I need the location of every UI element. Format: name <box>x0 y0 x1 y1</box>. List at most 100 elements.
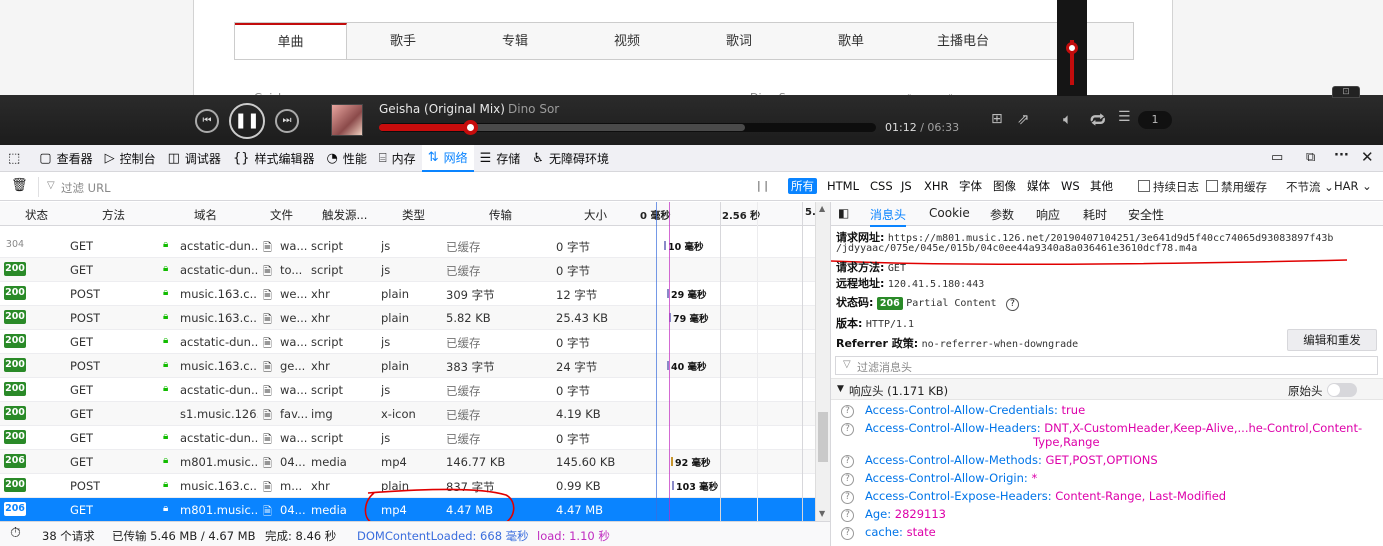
tool-console[interactable]: ▷ 控制台 <box>99 145 162 172</box>
more-options-icon[interactable]: ··· <box>1334 148 1349 163</box>
filter-fonts[interactable]: 字体 <box>956 178 985 194</box>
tab-response[interactable]: 响应 <box>1036 206 1060 223</box>
header-help-icon[interactable]: ? <box>841 405 854 418</box>
responsive-icon[interactable]: ⧉ <box>1306 150 1315 165</box>
response-header[interactable]: cache: state <box>865 525 936 539</box>
request-row[interactable]: 200 POST 🔒︎ music.163.c... 🗎 we... xhr plain 309… <box>0 282 815 306</box>
tab-videos[interactable]: 视频 <box>571 23 683 59</box>
song-artist[interactable]: Dino Sor <box>508 102 559 116</box>
lock-player-icon[interactable]: ⊡ <box>1332 86 1360 98</box>
volume-icon[interactable]: 🔈︎ <box>1063 110 1072 128</box>
performance-analysis-icon[interactable]: ⏱︎ <box>10 525 21 541</box>
request-row[interactable]: 304 GET 🔒︎ acstatic-dun... 🗎 wa... script js 已缓存… <box>0 234 815 258</box>
column-status[interactable]: 状态 <box>25 207 48 223</box>
response-header[interactable]: Access-Control-Allow-Origin: * <box>865 471 1037 485</box>
request-row[interactable]: 200 GET 🔒︎ acstatic-dun... 🗎 wa... script js 已缓存… <box>0 426 815 450</box>
filter-images[interactable]: 图像 <box>990 178 1019 194</box>
har-menu[interactable]: HAR ⌄ <box>1334 179 1372 193</box>
disable-cache-checkbox[interactable] <box>1206 180 1218 192</box>
request-row[interactable]: 200 GET 🔒︎ acstatic-dun... 🗎 wa... script js 已缓存… <box>0 378 815 402</box>
tool-performance[interactable]: ◔ 性能 <box>321 145 373 172</box>
tab-params[interactable]: 参数 <box>990 206 1014 223</box>
volume-slider[interactable] <box>1057 0 1087 96</box>
filter-media[interactable]: 媒体 <box>1024 178 1053 194</box>
response-headers-section[interactable]: ▼ 响应头 (1.171 KB) 原始头 <box>831 378 1383 400</box>
tab-playlists[interactable]: 歌单 <box>795 23 907 59</box>
tab-radio[interactable]: 主播电台 <box>907 23 1019 59</box>
filter-ws[interactable]: WS <box>1058 178 1083 194</box>
tool-inspector[interactable]: ▢ 查看器 <box>33 145 98 172</box>
header-help-icon[interactable]: ? <box>841 491 854 504</box>
filter-xhr[interactable]: XHR <box>921 178 952 194</box>
previous-track-icon[interactable]: ⏮ <box>195 109 219 133</box>
tab-timings[interactable]: 耗时 <box>1083 206 1107 223</box>
tool-debugger[interactable]: ◫ 调试器 <box>162 145 227 172</box>
request-row[interactable]: 200 GET 🔒︎ acstatic-dun... 🗎 wa... script js 已缓存… <box>0 330 815 354</box>
column-file[interactable]: 文件 <box>270 207 293 223</box>
response-header[interactable]: Access-Control-Allow-Credentials: true <box>865 403 1085 417</box>
header-help-icon[interactable]: ? <box>841 423 854 436</box>
pause-icon[interactable]: ❚❚ <box>229 103 265 139</box>
column-domain[interactable]: 域名 <box>194 207 217 223</box>
element-picker-icon[interactable]: ⬚ <box>0 145 33 172</box>
throttling-select[interactable]: 不节流 ⌄ <box>1286 179 1334 195</box>
filter-headers-input[interactable]: ▽ 过滤消息头 <box>835 356 1378 375</box>
header-help-icon[interactable]: ? <box>841 527 854 540</box>
tab-albums[interactable]: 专辑 <box>459 23 571 59</box>
help-icon[interactable]: ? <box>1006 298 1020 311</box>
tool-memory[interactable]: ⌸ 内存 <box>373 145 422 172</box>
header-help-icon[interactable]: ? <box>841 455 854 468</box>
tool-accessibility[interactable]: ♿︎ 无障碍环境 <box>526 145 615 172</box>
song-title[interactable]: Geisha (Original Mix) <box>379 102 505 116</box>
tool-style-editor[interactable]: {} 样式编辑器 <box>227 145 321 172</box>
scrollbar-thumb[interactable] <box>818 412 828 462</box>
tool-storage[interactable]: ☰ 存储 <box>474 145 527 172</box>
tab-songs[interactable]: 单曲 <box>235 23 347 59</box>
filter-all[interactable]: 所有 <box>788 178 817 194</box>
tab-cookies[interactable]: Cookie <box>929 206 970 220</box>
raw-headers-toggle[interactable] <box>1327 383 1357 397</box>
progress-track[interactable] <box>379 120 876 135</box>
tab-headers[interactable]: 消息头 <box>870 206 907 227</box>
response-header[interactable]: Access-Control-Expose-Headers: Content-R… <box>865 489 1226 503</box>
clear-requests-icon[interactable]: 🗑︎ <box>11 178 28 193</box>
toggle-sidebar-icon[interactable]: ◧ <box>838 206 849 220</box>
playlist-count[interactable]: 1 <box>1138 111 1172 129</box>
column-transferred[interactable]: 传输 <box>489 207 512 223</box>
filter-url-input[interactable]: ▽ 过滤 URL <box>38 177 738 197</box>
response-header[interactable]: Access-Control-Allow-Methods: GET,POST,O… <box>865 453 1158 467</box>
column-type[interactable]: 类型 <box>402 207 425 223</box>
close-devtools-icon[interactable]: ✕ <box>1361 148 1374 166</box>
filter-html[interactable]: HTML <box>824 178 862 194</box>
dock-icon[interactable]: ▭ <box>1271 150 1283 165</box>
filter-css[interactable]: CSS <box>867 178 896 194</box>
volume-handle[interactable] <box>1066 42 1078 54</box>
filter-other[interactable]: 其他 <box>1087 178 1116 194</box>
header-help-icon[interactable]: ? <box>841 509 854 522</box>
request-row[interactable]: 200 GET 🔒︎ acstatic-dun... 🗎 to... script js 已缓存… <box>0 258 815 282</box>
persist-log-checkbox[interactable] <box>1138 180 1150 192</box>
tab-lyrics[interactable]: 歌词 <box>683 23 795 59</box>
tab-security[interactable]: 安全性 <box>1128 206 1164 223</box>
album-cover[interactable] <box>331 104 363 136</box>
playlist-icon[interactable]: ☰ <box>1118 109 1131 125</box>
collect-icon[interactable]: ⊞ <box>991 111 1003 127</box>
request-list-scrollbar[interactable]: ▲ ▼ <box>815 202 830 521</box>
column-cause[interactable]: 触发源... <box>322 207 367 223</box>
response-header[interactable]: Age: 2829113 <box>865 507 946 521</box>
pause-recording-icon[interactable]: | | <box>757 179 768 192</box>
request-row[interactable]: 200 GET s1.music.126... 🗎 fav...img x-icon 已缓存… <box>0 402 815 426</box>
column-method[interactable]: 方法 <box>102 207 125 223</box>
tool-network[interactable]: ⇅ 网络 <box>421 144 474 172</box>
edit-resend-button[interactable]: 编辑和重发 <box>1287 329 1377 351</box>
tab-artists[interactable]: 歌手 <box>347 23 459 59</box>
share-icon[interactable]: ⇗ <box>1017 110 1030 128</box>
filter-js[interactable]: JS <box>898 178 915 194</box>
next-track-icon[interactable]: ⏭ <box>275 109 299 133</box>
progress-handle[interactable] <box>463 120 478 135</box>
request-row[interactable]: 200 POST 🔒︎ music.163.c... 🗎 we... xhr plain 5.8… <box>0 306 815 330</box>
request-row[interactable]: 206 GET 🔒︎ m801.music.... 🗎 04... media mp4 146.… <box>0 450 815 474</box>
column-size[interactable]: 大小 <box>584 207 607 223</box>
header-help-icon[interactable]: ? <box>841 473 854 486</box>
response-header[interactable]: Access-Control-Allow-Headers: DNT,X-Cust… <box>865 421 1362 435</box>
